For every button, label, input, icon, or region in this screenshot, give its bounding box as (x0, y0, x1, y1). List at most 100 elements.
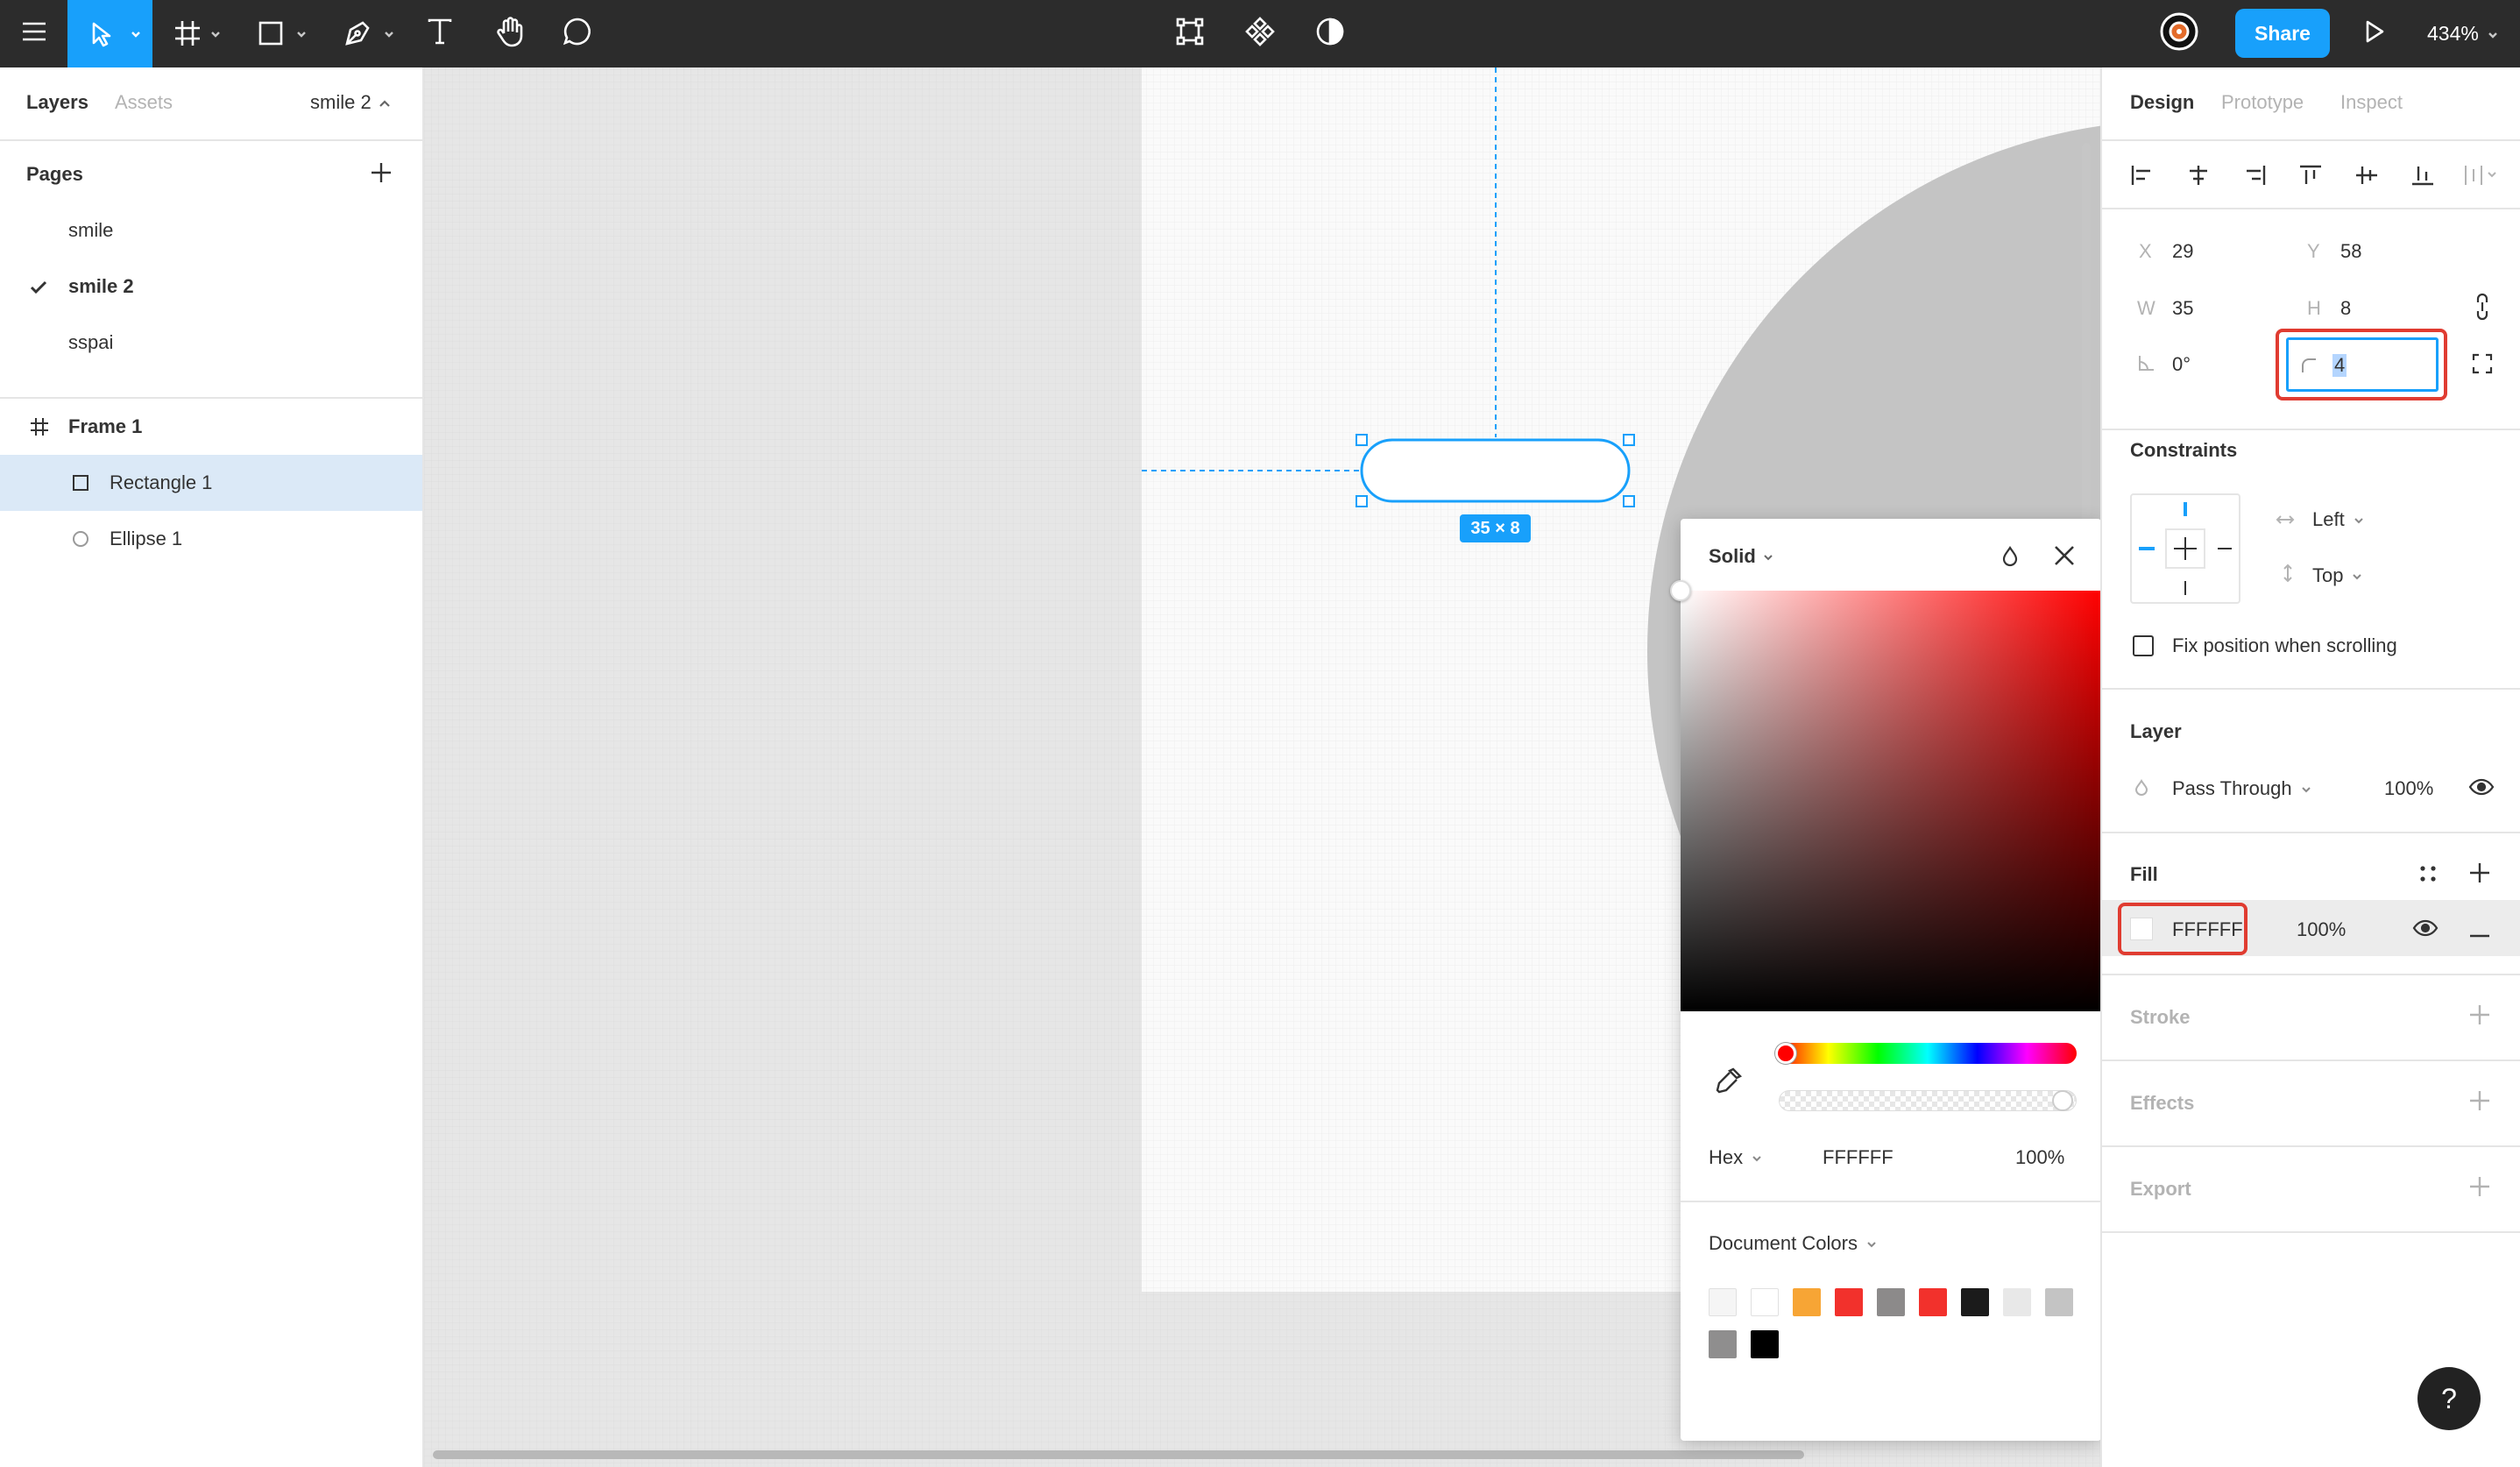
page-item-smile-2[interactable]: smile 2 (0, 259, 422, 315)
color-swatch[interactable] (1709, 1288, 1737, 1316)
x-label: X (2139, 240, 2152, 262)
hamburger-menu-icon (21, 21, 47, 46)
distribute-icon[interactable] (2463, 164, 2498, 191)
w-label: W (2137, 297, 2155, 319)
share-button[interactable]: Share (2235, 9, 2330, 58)
color-swatch[interactable] (2003, 1288, 2031, 1316)
fill-opacity-input[interactable]: 100% (2297, 918, 2346, 941)
color-swatch[interactable] (1877, 1288, 1905, 1316)
layer-item-rectangle-1[interactable]: Rectangle 1 (0, 455, 422, 511)
tab-prototype[interactable]: Prototype (2221, 91, 2304, 114)
edit-object-button[interactable] (1171, 0, 1209, 67)
comment-tool-button[interactable] (557, 0, 598, 67)
opacity-input[interactable]: 100% (2015, 1146, 2064, 1169)
independent-corners-icon[interactable] (2472, 353, 2493, 379)
layer-label: Frame 1 (68, 415, 143, 437)
page-item-sspai[interactable]: sspai (0, 315, 422, 371)
frame-tool-button[interactable] (168, 0, 230, 67)
add-stroke-button[interactable] (2467, 1002, 2493, 1032)
x-input[interactable]: 29 (2172, 240, 2193, 263)
zoom-menu[interactable]: 434% (2427, 0, 2498, 67)
add-export-button[interactable] (2467, 1173, 2493, 1204)
mask-button[interactable] (1311, 0, 1349, 67)
color-handle[interactable] (1670, 580, 1691, 601)
fix-position-checkbox[interactable] (2133, 635, 2154, 656)
color-format-dropdown[interactable]: Hex (1709, 1146, 1762, 1169)
help-button[interactable]: ? (2417, 1367, 2481, 1430)
eyedropper-button[interactable] (1714, 1066, 1744, 1100)
saturation-brightness-area[interactable] (1681, 591, 2101, 1011)
text-tool-button[interactable] (421, 0, 459, 67)
y-input[interactable]: 58 (2340, 240, 2361, 263)
rotation-input[interactable]: 0° (2172, 353, 2191, 376)
vertical-constraint-dropdown[interactable]: Top (2312, 564, 2362, 587)
eye-icon[interactable] (2412, 918, 2439, 942)
add-effect-button[interactable] (2467, 1088, 2493, 1118)
layer-item-frame-1[interactable]: Frame 1 (0, 399, 422, 455)
blend-mode-dropdown[interactable]: Pass Through (2172, 777, 2311, 800)
move-tool-button[interactable] (67, 0, 152, 67)
horizontal-constraint-dropdown[interactable]: Left (2312, 508, 2364, 531)
page-switcher[interactable]: smile 2 (310, 91, 391, 114)
color-swatch[interactable] (1751, 1330, 1779, 1358)
color-swatch[interactable] (1919, 1288, 1947, 1316)
divider (2102, 429, 2520, 430)
tab-layers[interactable]: Layers (26, 91, 88, 114)
style-grid-icon[interactable] (2417, 863, 2439, 889)
hex-input[interactable]: FFFFFF (1823, 1146, 1894, 1169)
corner-radius-input[interactable]: 4 (2332, 354, 2347, 377)
align-vertical-center-icon[interactable] (2354, 164, 2379, 191)
add-fill-button[interactable] (2467, 860, 2493, 890)
color-swatch[interactable] (1751, 1288, 1779, 1316)
align-top-icon[interactable] (2298, 164, 2323, 191)
eye-icon[interactable] (2468, 777, 2495, 801)
align-right-icon[interactable] (2242, 164, 2267, 191)
hue-slider[interactable] (1779, 1043, 2077, 1064)
align-horizontal-center-icon[interactable] (2186, 164, 2211, 191)
chevron-down-icon (384, 28, 394, 39)
opacity-slider[interactable] (1779, 1090, 2077, 1111)
color-library-dropdown[interactable]: Document Colors (1709, 1232, 1877, 1255)
layer-item-ellipse-1[interactable]: Ellipse 1 (0, 511, 422, 567)
fill-hex-input[interactable]: FFFFFF (2172, 918, 2243, 941)
hue-handle[interactable] (1775, 1043, 1796, 1064)
page-item-smile[interactable]: smile (0, 202, 422, 259)
minus-icon[interactable] (2468, 926, 2491, 942)
opacity-handle[interactable] (2052, 1090, 2073, 1111)
user-avatar-button[interactable] (2157, 0, 2201, 67)
chevron-down-icon (1866, 1232, 1877, 1255)
tab-design[interactable]: Design (2130, 91, 2194, 114)
fill-color-swatch[interactable] (2130, 918, 2153, 940)
main-menu-button[interactable] (0, 0, 67, 67)
create-component-button[interactable] (1240, 0, 1280, 67)
fill-type-dropdown[interactable]: Solid (1709, 545, 1773, 568)
color-swatch[interactable] (1793, 1288, 1821, 1316)
height-input[interactable]: 8 (2340, 297, 2351, 320)
color-swatch[interactable] (1709, 1330, 1737, 1358)
present-button[interactable] (2355, 0, 2394, 67)
layer-opacity-input[interactable]: 100% (2384, 777, 2433, 800)
align-left-icon[interactable] (2130, 164, 2155, 191)
shape-tool-button[interactable] (252, 0, 314, 67)
tab-inspect[interactable]: Inspect (2340, 91, 2403, 114)
constraints-widget[interactable] (2130, 493, 2240, 604)
figma-editor: Share 434% Layers Assets smile 2 Pages s… (0, 0, 2520, 1467)
width-input[interactable]: 35 (2172, 297, 2193, 320)
constrain-proportions-icon[interactable] (2474, 292, 2491, 326)
color-swatch[interactable] (1961, 1288, 1989, 1316)
frame-hash-icon (29, 416, 50, 443)
horizontal-scrollbar[interactable] (433, 1450, 1804, 1459)
blend-mode-button[interactable] (2000, 545, 2021, 572)
color-swatch[interactable] (2045, 1288, 2073, 1316)
corner-radius-field[interactable]: 4 (2286, 337, 2439, 392)
rectangle-1[interactable] (1360, 438, 1631, 503)
close-picker-button[interactable] (2052, 543, 2077, 572)
add-page-button[interactable] (368, 159, 394, 190)
chevron-down-icon (2352, 564, 2362, 587)
align-bottom-icon[interactable] (2410, 164, 2435, 191)
cursor-arrow-icon (90, 21, 113, 52)
color-swatch[interactable] (1835, 1288, 1863, 1316)
tab-assets[interactable]: Assets (115, 91, 173, 114)
hand-tool-button[interactable] (489, 0, 533, 67)
pen-tool-button[interactable] (340, 0, 401, 67)
